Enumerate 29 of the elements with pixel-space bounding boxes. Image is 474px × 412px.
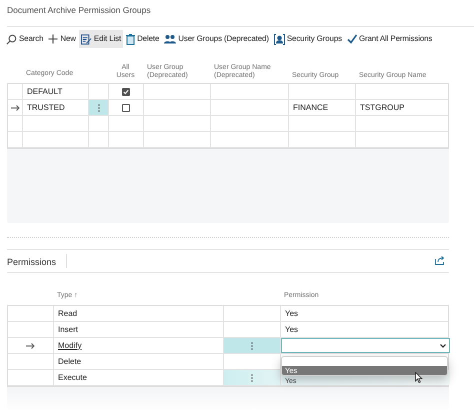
permission-select[interactable]	[281, 338, 450, 353]
table-cell: TRUSTED	[27, 102, 65, 114]
row-arrow-icon	[26, 342, 35, 348]
table-cell: Yes	[285, 324, 298, 336]
share-icon[interactable]	[435, 256, 445, 265]
section-title: Permissions	[7, 256, 56, 269]
table-cell: FINANCE	[293, 102, 328, 114]
table-cell: DEFAULT	[27, 86, 62, 98]
checkbox[interactable]	[122, 104, 130, 112]
table-cell: Delete	[58, 356, 82, 368]
table-cell: Insert	[58, 324, 78, 336]
row-actions-button[interactable]	[224, 370, 280, 385]
plus-icon	[48, 34, 58, 44]
edit-list-icon	[80, 34, 92, 44]
people-icon	[164, 34, 176, 44]
table-cell: TSTGROUP	[360, 102, 404, 114]
trash-icon	[126, 34, 136, 44]
checkmark-icon	[346, 34, 357, 44]
type-link[interactable]: Modify	[58, 340, 82, 352]
row-arrow-icon	[10, 104, 20, 110]
chevron-down-icon	[440, 344, 446, 348]
person-badge-icon	[274, 34, 285, 44]
table-cell: Read	[58, 308, 78, 320]
search-icon	[6, 34, 17, 44]
table-cell: Execute	[58, 372, 87, 384]
checkbox[interactable]	[122, 88, 130, 96]
table-cell: Yes	[285, 308, 298, 320]
row-actions-button[interactable]	[89, 100, 108, 115]
page-title: Document Archive Permission Groups	[7, 4, 151, 17]
